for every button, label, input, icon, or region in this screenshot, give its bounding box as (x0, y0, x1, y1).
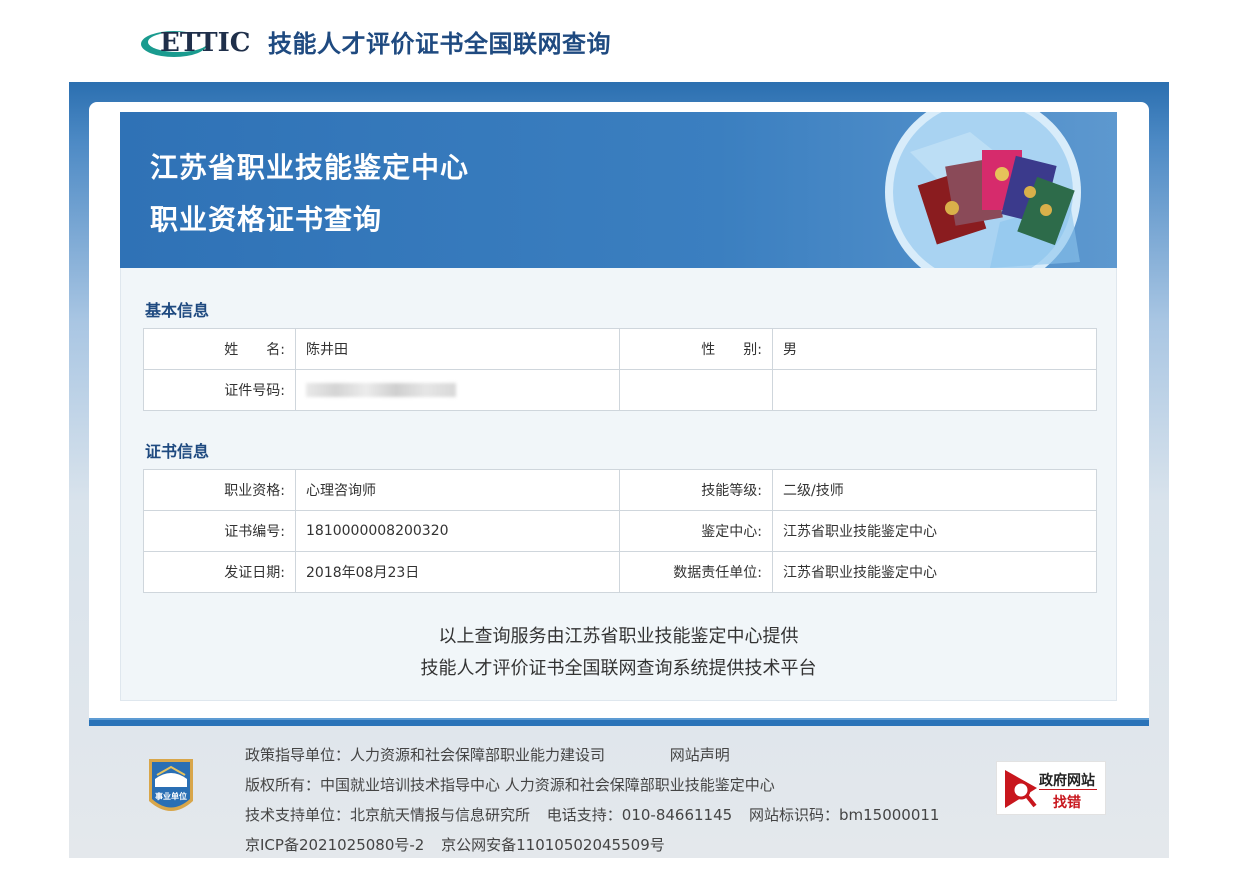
banner-query-title: 职业资格证书查询 (150, 203, 383, 236)
banner-org-title: 江苏省职业技能鉴定中心 (150, 151, 470, 184)
policy-unit: 政策指导单位：人力资源和社会保障部职业能力建设司 (245, 746, 606, 764)
id-number-value (295, 369, 620, 411)
name-value: 陈井田 (295, 328, 620, 370)
footer-divider (89, 718, 1149, 726)
gov-error-report-button[interactable]: 政府网站 找错 (996, 761, 1106, 815)
badge-text: 事业单位 (155, 791, 187, 801)
empty-cell (619, 369, 773, 411)
data-owner-value: 江苏省职业技能鉴定中心 (772, 551, 1097, 593)
basic-info-table: 姓 名: 陈井田 性 别: 男 证件号码: (143, 328, 1097, 411)
table-row: 证书编号: 1810000008200320 鉴定中心: 江苏省职业技能鉴定中心 (143, 510, 1097, 552)
table-row: 姓 名: 陈井田 性 别: 男 (143, 328, 1097, 370)
magnifier-icon (1005, 770, 1037, 808)
footer-line-3: 技术支持单位：北京航天情报与信息研究所 电话支持：010-84661145 网站… (245, 804, 951, 825)
name-label: 姓 名: (143, 328, 296, 370)
issue-date-value: 2018年08月23日 (295, 551, 620, 593)
site-code: 网站标识码：bm15000011 (748, 806, 940, 824)
query-banner: 江苏省职业技能鉴定中心 职业资格证书查询 (120, 112, 1117, 268)
issue-date-label: 发证日期: (143, 551, 296, 593)
data-owner-label: 数据责任单位: (619, 551, 773, 593)
icp-link[interactable]: 京ICP备2021025080号-2 (245, 836, 424, 854)
redacted-id (306, 383, 456, 397)
site-statement-link[interactable]: 网站声明 (670, 746, 730, 764)
appraisal-center-value: 江苏省职业技能鉴定中心 (772, 510, 1097, 552)
table-row: 发证日期: 2018年08月23日 数据责任单位: 江苏省职业技能鉴定中心 (143, 551, 1097, 593)
qualification-value: 心理咨询师 (295, 469, 620, 511)
certificates-illustration (885, 112, 1081, 268)
skill-level-label: 技能等级: (619, 469, 773, 511)
gov-badge-divider (1039, 789, 1097, 790)
provider-line-2: 技能人才评价证书全国联网查询系统提供技术平台 (420, 658, 817, 679)
support-phone: 电话支持：010-84661145 (546, 806, 733, 824)
table-row: 证件号码: (143, 369, 1097, 411)
tech-support-unit: 技术支持单位：北京航天情报与信息研究所 (245, 806, 531, 824)
appraisal-center-label: 鉴定中心: (619, 510, 773, 552)
gender-value: 男 (772, 328, 1097, 370)
footer-line-4: 京ICP备2021025080号-2 京公网安备11010502045509号 (245, 834, 677, 855)
table-row: 职业资格: 心理咨询师 技能等级: 二级/技师 (143, 469, 1097, 511)
public-institution-badge[interactable]: 事业单位 (145, 757, 197, 821)
empty-cell (772, 369, 1097, 411)
cert-info-table: 职业资格: 心理咨询师 技能等级: 二级/技师 证书编号: 1810000008… (143, 469, 1097, 593)
provider-line-1: 以上查询服务由江苏省职业技能鉴定中心提供 (438, 626, 799, 647)
police-record-link[interactable]: 京公网安备11010502045509号 (441, 836, 665, 854)
cert-number-value: 1810000008200320 (295, 510, 620, 552)
skill-level-value: 二级/技师 (772, 469, 1097, 511)
basic-info-heading: 基本信息 (145, 301, 210, 320)
site-header: ETTIC 技能人才评价证书全国联网查询 (0, 0, 1254, 82)
site-title: 技能人才评价证书全国联网查询 (268, 30, 611, 58)
gov-badge-label: 政府网站 (1039, 773, 1095, 789)
footer-line-1: 政策指导单位：人力资源和社会保障部职业能力建设司 网站声明 (245, 744, 742, 765)
cert-number-label: 证书编号: (143, 510, 296, 552)
logo-text: ETTIC (160, 28, 250, 58)
ettic-logo[interactable]: ETTIC (140, 24, 256, 60)
gender-label: 性 别: (619, 328, 773, 370)
footer-copyright: 版权所有：中国就业培训技术指导中心 人力资源和社会保障部职业技能鉴定中心 (245, 776, 775, 794)
qualification-label: 职业资格: (143, 469, 296, 511)
id-number-label: 证件号码: (143, 369, 296, 411)
gov-badge-sublabel: 找错 (1053, 795, 1081, 811)
cert-info-heading: 证书信息 (145, 442, 210, 461)
